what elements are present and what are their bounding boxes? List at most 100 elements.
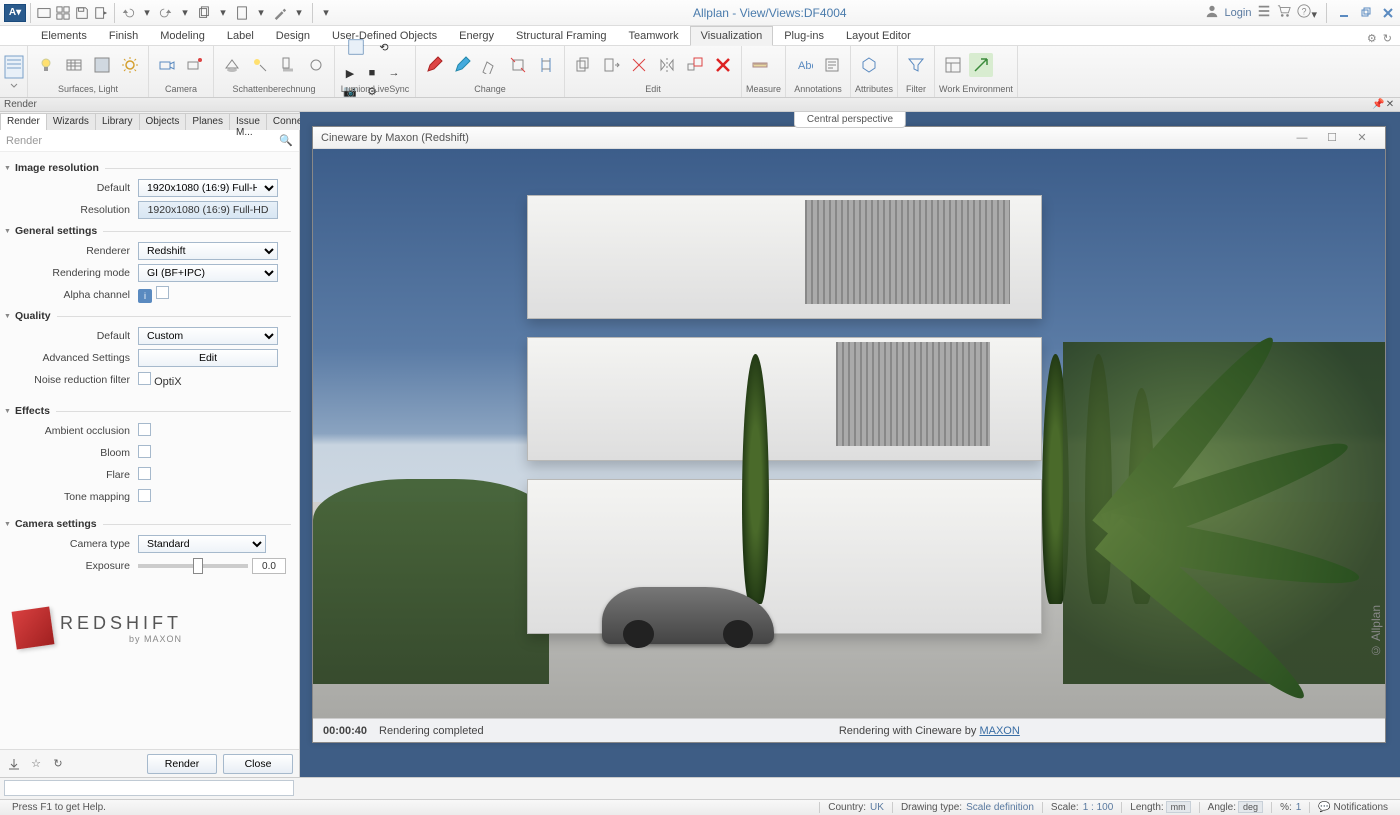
ptab-planes[interactable]: Planes — [185, 113, 230, 130]
edit-mirror-icon[interactable] — [655, 53, 679, 77]
close-button[interactable] — [1380, 5, 1396, 21]
qat-tools-icon[interactable] — [271, 4, 289, 22]
command-input[interactable] — [4, 780, 294, 796]
checkbox-noise[interactable] — [138, 372, 151, 385]
qat-paste-icon[interactable] — [233, 4, 251, 22]
btn-advanced-edit[interactable]: Edit — [138, 349, 278, 367]
login-link[interactable]: Login — [1225, 7, 1252, 19]
section-effects[interactable]: Effects — [4, 405, 291, 417]
checkbox-ao[interactable] — [138, 423, 151, 436]
edit-rotate-icon[interactable] — [627, 53, 651, 77]
ribbon-settings-icon[interactable]: ⚙ — [1367, 32, 1377, 45]
checkbox-tone[interactable] — [138, 489, 151, 502]
status-country-value[interactable]: UK — [870, 802, 884, 813]
select-camera-type[interactable]: Standard — [138, 535, 266, 553]
status-scale-value[interactable]: 1 : 100 — [1083, 802, 1114, 813]
panel-export-icon[interactable] — [6, 756, 22, 772]
ptab-objects[interactable]: Objects — [139, 113, 187, 130]
alpha-info-icon[interactable]: i — [138, 289, 152, 303]
checkbox-alpha[interactable] — [156, 286, 169, 299]
filter-icon[interactable] — [904, 53, 928, 77]
shadow-settings-icon[interactable] — [304, 53, 328, 77]
material-icon[interactable] — [90, 53, 114, 77]
status-drawing-value[interactable]: Scale definition — [966, 802, 1034, 813]
render-button[interactable]: Render — [147, 754, 217, 774]
sun-icon[interactable] — [118, 53, 142, 77]
minimize-button[interactable] — [1336, 5, 1352, 21]
change-stretch-icon[interactable] — [506, 53, 530, 77]
maxon-link[interactable]: MAXON — [979, 725, 1019, 737]
surface-grid-icon[interactable] — [62, 53, 86, 77]
ptab-library[interactable]: Library — [95, 113, 140, 130]
qat-redo-icon[interactable] — [157, 4, 175, 22]
help-icon[interactable]: ?▾ — [1297, 4, 1317, 21]
select-renderer[interactable]: Redshift — [138, 242, 278, 260]
status-length-unit[interactable]: mm — [1166, 801, 1191, 813]
workenv-layout-icon[interactable] — [941, 53, 965, 77]
tab-finish[interactable]: Finish — [98, 26, 149, 45]
select-res-default[interactable]: 1920x1080 (16:9) Full-HD — [138, 179, 278, 197]
panel-pin-icon[interactable]: 📌 — [1372, 99, 1384, 110]
status-notifications[interactable]: Notifications — [1334, 802, 1388, 813]
list-icon[interactable] — [1257, 4, 1271, 21]
light-bulb-icon[interactable] — [34, 53, 58, 77]
qat-paste-dropdown[interactable]: ▾ — [252, 4, 270, 22]
measure-icon[interactable] — [748, 53, 772, 77]
qat-export-icon[interactable] — [92, 4, 110, 22]
status-angle-unit[interactable]: deg — [1238, 801, 1263, 813]
cart-icon[interactable] — [1277, 4, 1291, 21]
section-general[interactable]: General settings — [4, 225, 291, 237]
viewport[interactable]: Central perspective Cineware by Maxon (R… — [300, 112, 1400, 777]
lumion-stop-icon[interactable]: ■ — [363, 66, 381, 80]
qat-undo-icon[interactable] — [119, 4, 137, 22]
workenv-arrow-icon[interactable] — [969, 53, 993, 77]
tab-design[interactable]: Design — [265, 26, 321, 45]
search-icon[interactable]: 🔍 — [279, 134, 293, 147]
select-quality-default[interactable]: Custom — [138, 327, 278, 345]
checkbox-bloom[interactable] — [138, 445, 151, 458]
render-maximize-icon[interactable]: ☐ — [1317, 131, 1347, 144]
camera-path-icon[interactable] — [155, 53, 179, 77]
qat-copy-dropdown[interactable]: ▾ — [214, 4, 232, 22]
lumion-next-icon[interactable]: → — [385, 66, 403, 80]
qat-undo-dropdown[interactable]: ▾ — [138, 4, 156, 22]
render-minimize-icon[interactable]: — — [1287, 132, 1317, 144]
tab-layout-editor[interactable]: Layout Editor — [835, 26, 922, 45]
tab-energy[interactable]: Energy — [448, 26, 505, 45]
panel-refresh-icon[interactable]: ↻ — [50, 756, 66, 772]
section-quality[interactable]: Quality — [4, 310, 291, 322]
status-pct-value[interactable]: 1 — [1296, 802, 1302, 813]
edit-move-icon[interactable] — [599, 53, 623, 77]
ptab-render[interactable]: Render — [0, 113, 47, 130]
ptab-issues[interactable]: Issue M... — [229, 113, 267, 130]
tab-structural[interactable]: Structural Framing — [505, 26, 617, 45]
change-brush-icon[interactable] — [450, 53, 474, 77]
section-camera[interactable]: Camera settings — [4, 518, 291, 530]
exposure-value[interactable]: 0.0 — [252, 558, 286, 574]
annotation-note-icon[interactable] — [820, 53, 844, 77]
lumion-play-icon[interactable]: ▶ — [341, 66, 359, 80]
qat-grid-icon[interactable] — [54, 4, 72, 22]
camera-record-icon[interactable] — [183, 53, 207, 77]
shadow-cast-icon[interactable] — [276, 53, 300, 77]
attributes-icon[interactable] — [857, 53, 881, 77]
tab-elements[interactable]: Elements — [30, 26, 98, 45]
application-menu[interactable]: A▾ — [4, 4, 26, 22]
tab-visualization[interactable]: Visualization — [690, 26, 774, 46]
tab-label[interactable]: Label — [216, 26, 265, 45]
ribbon-refresh-icon[interactable]: ↻ — [1383, 32, 1392, 45]
lumion-sync-icon[interactable]: ⟲ — [375, 40, 393, 54]
close-panel-button[interactable]: Close — [223, 754, 293, 774]
section-image-resolution[interactable]: Image resolution — [4, 162, 291, 174]
tab-plugins[interactable]: Plug-ins — [773, 26, 835, 45]
render-close-icon[interactable]: ✕ — [1347, 131, 1377, 144]
change-height-icon[interactable] — [534, 53, 558, 77]
panel-favorite-icon[interactable]: ☆ — [28, 756, 44, 772]
qat-window-icon[interactable] — [35, 4, 53, 22]
slider-exposure[interactable] — [138, 564, 248, 568]
qat-customize[interactable]: ▾ — [317, 4, 335, 22]
select-render-mode[interactable]: GI (BF+IPC) — [138, 264, 278, 282]
perspective-label[interactable]: Central perspective — [794, 112, 906, 128]
lumion-main-icon[interactable] — [341, 32, 371, 62]
shadow-calc-icon[interactable] — [220, 53, 244, 77]
